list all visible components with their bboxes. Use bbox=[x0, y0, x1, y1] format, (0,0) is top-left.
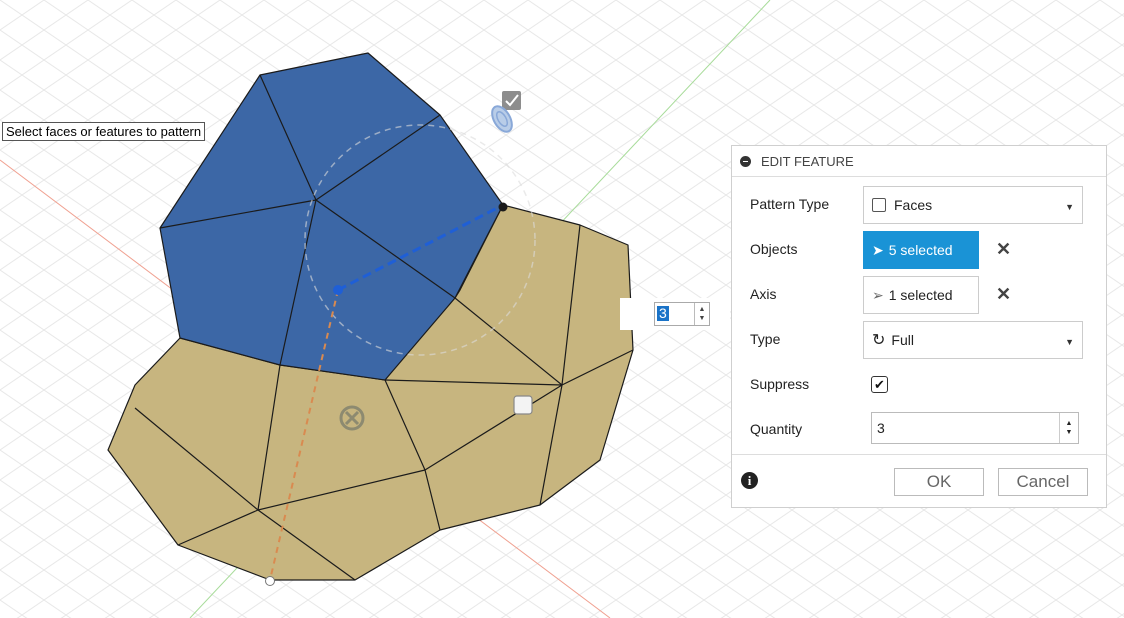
axis-value: 1 selected bbox=[888, 287, 953, 303]
pattern-type-dropdown[interactable]: Faces ▼ bbox=[863, 186, 1083, 224]
panel-footer: i OK Cancel bbox=[732, 454, 1106, 508]
quantity-overlay: 3 ▲▼ ↻▼ bbox=[620, 298, 764, 330]
selection-tooltip: Select faces or features to pattern bbox=[2, 122, 206, 141]
pattern-type-row: Pattern Type Faces ▼ bbox=[732, 184, 1106, 224]
chevron-down-icon: ▼ bbox=[1065, 202, 1074, 212]
radius-point[interactable] bbox=[498, 202, 508, 212]
quantity-row: Quantity 3 ▲ ▼ bbox=[732, 409, 1106, 449]
clear-objects-icon[interactable]: ✕ bbox=[996, 239, 1011, 260]
objects-value: 5 selected bbox=[888, 242, 953, 258]
type-dropdown[interactable]: ↻ Full ▼ bbox=[863, 321, 1083, 359]
quantity-input[interactable]: 3 ▲ ▼ bbox=[871, 412, 1079, 444]
ok-button[interactable]: OK bbox=[894, 468, 984, 496]
suppress-checkbox[interactable]: ✔ bbox=[871, 376, 888, 393]
quantity-overlay-spinner[interactable]: ▲ ▼ bbox=[694, 303, 709, 325]
cursor-icon: ➢ bbox=[872, 286, 884, 303]
axis-end-point bbox=[265, 576, 275, 586]
quantity-overlay-value: 3 bbox=[657, 305, 669, 321]
pattern-type-value: Faces bbox=[894, 197, 933, 213]
axis-selector[interactable]: ➢ 1 selected bbox=[863, 276, 979, 314]
suppress-label: Suppress bbox=[750, 376, 810, 392]
axis-row: Axis ➢ 1 selected ✕ bbox=[732, 274, 1106, 314]
panel-header: EDIT FEATURE bbox=[732, 146, 1106, 177]
objects-label: Objects bbox=[750, 241, 798, 257]
suppress-row: Suppress ✔ bbox=[732, 364, 1106, 404]
axis-label: Axis bbox=[750, 286, 777, 302]
clear-axis-icon[interactable]: ✕ bbox=[996, 284, 1011, 305]
faces-icon bbox=[872, 198, 886, 212]
edit-feature-panel: EDIT FEATURE Pattern Type Faces ▼ Object… bbox=[731, 145, 1107, 508]
cancel-button[interactable]: Cancel bbox=[998, 468, 1088, 496]
panel-title: EDIT FEATURE bbox=[761, 153, 854, 169]
type-value: Full bbox=[891, 332, 914, 348]
cursor-icon: ➤ bbox=[872, 241, 884, 258]
info-icon[interactable]: i bbox=[741, 472, 758, 489]
objects-selector[interactable]: ➤ 5 selected bbox=[863, 231, 979, 269]
quantity-value: 3 bbox=[877, 420, 885, 436]
quantity-spinner[interactable]: ▲ ▼ bbox=[1059, 413, 1078, 443]
quantity-label: Quantity bbox=[750, 421, 803, 437]
checkbox-gizmo-icon[interactable] bbox=[502, 91, 521, 110]
center-point[interactable] bbox=[333, 285, 343, 295]
collapse-icon[interactable] bbox=[740, 155, 751, 167]
type-label: Type bbox=[750, 331, 781, 347]
pattern-instance-toggle-icon[interactable] bbox=[513, 395, 533, 415]
pattern-type-label: Pattern Type bbox=[750, 196, 830, 212]
quantity-overlay-input[interactable]: 3 ▲ ▼ bbox=[654, 302, 710, 326]
chevron-down-icon: ▼ bbox=[1065, 337, 1074, 347]
rotate-icon: ↻ bbox=[872, 332, 886, 349]
type-row: Type ↻ Full ▼ bbox=[732, 319, 1106, 359]
objects-row: Objects ➤ 5 selected ✕ bbox=[732, 229, 1106, 269]
